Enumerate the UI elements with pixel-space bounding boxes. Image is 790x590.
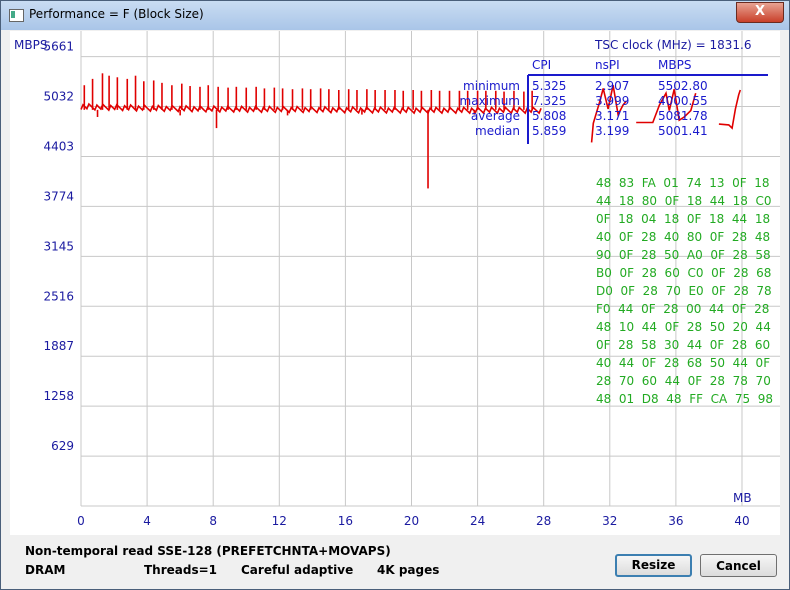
window-title: Performance = F (Block Size) bbox=[29, 7, 204, 21]
test-name: Non-temporal read SSE-128 (PREFETCHNTA+M… bbox=[25, 544, 391, 558]
stats-row-label: minimum bbox=[463, 79, 520, 93]
hex-dump-line: 40 44 0F 28 68 50 44 0F bbox=[596, 356, 770, 370]
y-tick-label: 3774 bbox=[43, 189, 74, 203]
stats-cell: 3.199 bbox=[595, 124, 629, 138]
plot-area: 629 1258 1887 2516 3145 3774 4403 5032 5661 0 4 8 1… bbox=[10, 31, 780, 535]
y-tick-label: 629 bbox=[51, 439, 74, 453]
stats-cell: 5502.80 bbox=[658, 79, 708, 93]
x-tick-label: 4 bbox=[143, 514, 151, 528]
y-tick-label: 1887 bbox=[43, 339, 74, 353]
stats-cell: 7.325 bbox=[532, 94, 566, 108]
title-bar[interactable]: Performance = F (Block Size) X bbox=[1, 1, 789, 30]
x-tick-label: 28 bbox=[536, 514, 551, 528]
close-button[interactable]: X bbox=[736, 2, 784, 23]
stats-header: nsPI bbox=[595, 58, 620, 72]
y-tick-label: 4403 bbox=[43, 139, 74, 153]
memory-type: DRAM bbox=[25, 563, 66, 577]
x-tick-label: 0 bbox=[77, 514, 85, 528]
y-tick-labels: 629 1258 1887 2516 3145 3774 4403 5032 5661 bbox=[43, 40, 74, 454]
hex-dump: 48 83 FA 01 74 13 0F 18 44 18 80 0F 18 44… bbox=[596, 176, 773, 406]
hex-dump-line: 90 0F 28 50 A0 0F 28 58 bbox=[596, 248, 771, 262]
hex-dump-line: 44 18 80 0F 18 44 18 C0 bbox=[596, 194, 772, 208]
tsc-clock-label: TSC clock (MHz) = 1831.6 bbox=[594, 38, 752, 52]
stats-cell: 5.325 bbox=[532, 79, 566, 93]
stats-row-label: maximum bbox=[460, 94, 520, 108]
hex-dump-line: 48 10 44 0F 28 50 20 44 bbox=[596, 320, 771, 334]
hex-dump-line: 40 0F 28 40 80 0F 28 48 bbox=[596, 230, 770, 244]
mode-label: Careful adaptive bbox=[241, 563, 354, 577]
y-tick-label: 2516 bbox=[43, 289, 74, 303]
stats-cell: 3.171 bbox=[595, 109, 629, 123]
stats-cell: 5.859 bbox=[532, 124, 566, 138]
hex-dump-line: D0 0F 28 70 E0 0F 28 78 bbox=[596, 284, 772, 298]
app-icon bbox=[9, 9, 24, 22]
y-tick-label: 5032 bbox=[43, 90, 74, 104]
resize-button[interactable]: Resize bbox=[615, 554, 692, 577]
stats-header: MBPS bbox=[658, 58, 691, 72]
x-tick-label: 40 bbox=[734, 514, 749, 528]
series-mbps bbox=[80, 73, 742, 189]
x-tick-label: 16 bbox=[338, 514, 353, 528]
stats-row-label: median bbox=[475, 124, 520, 138]
stats-row-label: average bbox=[471, 109, 520, 123]
x-tick-label: 36 bbox=[668, 514, 683, 528]
stats-header: CPI bbox=[532, 58, 551, 72]
y-tick-label: 1258 bbox=[43, 389, 74, 403]
stats-table: CPI nsPI MBPS minimum 5.325 2.907 5502.80 maxim… bbox=[460, 58, 768, 144]
x-tick-label: 8 bbox=[209, 514, 217, 528]
cancel-button[interactable]: Cancel bbox=[700, 554, 777, 577]
x-axis-unit: MB bbox=[733, 491, 752, 505]
hex-dump-line: 28 70 60 44 0F 28 78 70 bbox=[596, 374, 771, 388]
stats-cell: 3.999 bbox=[595, 94, 629, 108]
hex-dump-line: 48 83 FA 01 74 13 0F 18 bbox=[596, 176, 770, 190]
hex-dump-line: 0F 18 04 18 0F 18 44 18 bbox=[596, 212, 770, 226]
x-tick-label: 12 bbox=[272, 514, 287, 528]
y-tick-label: 3145 bbox=[43, 239, 74, 253]
performance-chart: 629 1258 1887 2516 3145 3774 4403 5032 5661 0 4 8 1… bbox=[14, 31, 780, 528]
stats-cell: 5001.41 bbox=[658, 124, 708, 138]
stats-cell: 2.907 bbox=[595, 79, 629, 93]
threads-label: Threads=1 bbox=[144, 563, 218, 577]
y-axis-unit: MBPS bbox=[14, 38, 47, 52]
hex-dump-line: B0 0F 28 60 C0 0F 28 68 bbox=[596, 266, 771, 280]
x-tick-labels: 0 4 8 12 16 20 24 28 32 36 40 bbox=[77, 514, 749, 528]
stats-cell: 4000.55 bbox=[658, 94, 708, 108]
pages-label: 4K pages bbox=[377, 563, 440, 577]
performance-window: Performance = F (Block Size) X 629 1258 18… bbox=[0, 0, 790, 590]
y-tick-label: 5661 bbox=[43, 40, 74, 54]
hex-dump-line: F0 44 0F 28 00 44 0F 28 bbox=[596, 302, 769, 316]
x-tick-label: 32 bbox=[602, 514, 617, 528]
hex-dump-line: 0F 28 58 30 44 0F 28 60 bbox=[596, 338, 770, 352]
stats-cell: 5.808 bbox=[532, 109, 566, 123]
x-tick-label: 20 bbox=[404, 514, 419, 528]
series-segment-4 bbox=[718, 89, 742, 130]
hex-dump-line: 48 01 D8 48 FF CA 75 98 bbox=[596, 392, 773, 406]
x-tick-label: 24 bbox=[470, 514, 485, 528]
stats-cell: 5081.78 bbox=[658, 109, 708, 123]
